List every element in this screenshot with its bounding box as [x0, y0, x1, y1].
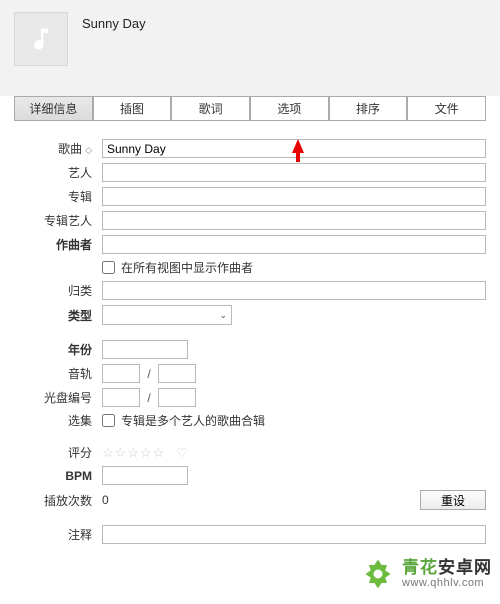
play-count-label: 插放次数 — [14, 492, 102, 509]
details-form: 歌曲◇ 艺人 专辑 专辑艺人 作曲者 在所有视图中显示作曲者 归类 类型 ⌄ — [0, 121, 500, 555]
song-title: Sunny Day — [82, 12, 146, 31]
watermark-logo-icon — [360, 556, 396, 592]
music-note-icon — [27, 25, 55, 53]
reset-button[interactable]: 重设 — [420, 490, 486, 510]
rating-stars[interactable]: ☆☆☆☆☆ — [102, 445, 165, 460]
watermark-url: www.qhhlv.com — [402, 577, 492, 590]
bpm-input[interactable] — [102, 466, 188, 485]
composer-input[interactable] — [102, 235, 486, 254]
show-composer-label: 在所有视图中显示作曲者 — [121, 259, 253, 276]
artist-label: 艺人 — [14, 164, 102, 181]
sort-icon: ◇ — [85, 145, 92, 155]
tab-artwork[interactable]: 插图 — [93, 97, 172, 120]
disc-number-input[interactable] — [102, 388, 140, 407]
year-label: 年份 — [14, 341, 102, 358]
compilation-checkbox[interactable] — [102, 414, 115, 427]
album-art-placeholder — [14, 12, 68, 66]
disc-label: 光盘编号 — [14, 389, 102, 406]
watermark: 青花安卓网 www.qhhlv.com — [360, 556, 492, 592]
tab-lyrics[interactable]: 歌词 — [171, 97, 250, 120]
track-number-input[interactable] — [102, 364, 140, 383]
bpm-label: BPM — [14, 469, 102, 483]
rating-label: 评分 — [14, 444, 102, 461]
disc-total-input[interactable] — [158, 388, 196, 407]
tab-bar: 详细信息 插图 歌词 选项 排序 文件 — [14, 96, 486, 121]
tab-file[interactable]: 文件 — [407, 97, 486, 120]
genre-label: 类型 — [14, 307, 102, 324]
watermark-title: 青花安卓网 — [402, 558, 492, 578]
grouping-label: 归类 — [14, 282, 102, 299]
love-icon[interactable]: ♡ — [177, 446, 188, 460]
album-artist-input[interactable] — [102, 211, 486, 230]
disc-separator: / — [147, 391, 150, 405]
chevron-down-icon: ⌄ — [219, 310, 227, 321]
track-separator: / — [147, 367, 150, 381]
album-artist-label: 专辑艺人 — [14, 212, 102, 229]
play-count-value: 0 — [102, 493, 109, 507]
header-bar: Sunny Day — [0, 0, 500, 96]
tab-sorting[interactable]: 排序 — [329, 97, 408, 120]
comments-input[interactable] — [102, 525, 486, 544]
album-label: 专辑 — [14, 188, 102, 205]
compilation-check-label: 专辑是多个艺人的歌曲合辑 — [121, 412, 265, 429]
compilation-label: 选集 — [14, 412, 102, 429]
genre-select[interactable]: ⌄ — [102, 305, 232, 325]
artist-input[interactable] — [102, 163, 486, 182]
grouping-input[interactable] — [102, 281, 486, 300]
comments-label: 注释 — [14, 526, 102, 543]
pointer-arrow-icon — [292, 139, 304, 153]
track-label: 音轨 — [14, 365, 102, 382]
album-input[interactable] — [102, 187, 486, 206]
tab-details[interactable]: 详细信息 — [14, 97, 93, 120]
tab-options[interactable]: 选项 — [250, 97, 329, 120]
track-total-input[interactable] — [158, 364, 196, 383]
composer-label: 作曲者 — [14, 236, 102, 253]
year-input[interactable] — [102, 340, 188, 359]
show-composer-checkbox[interactable] — [102, 261, 115, 274]
song-label: 歌曲◇ — [14, 140, 102, 157]
